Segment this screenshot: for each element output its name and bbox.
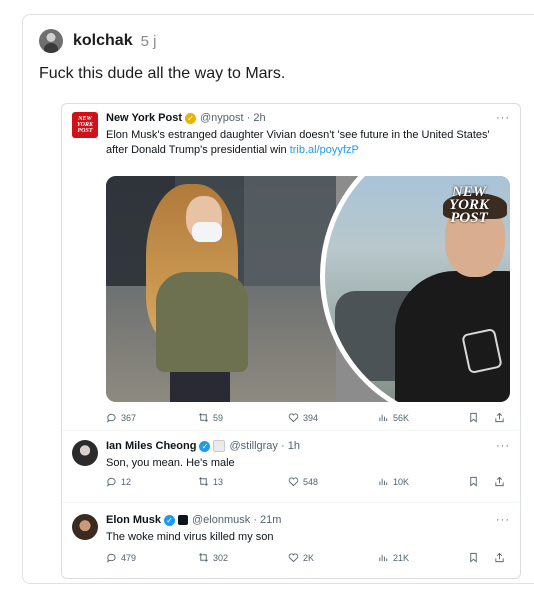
tweet-actions: 367 59 394 56K	[106, 412, 518, 426]
retweet-count: 302	[213, 552, 229, 563]
heart-icon	[288, 477, 299, 487]
photo-daughter	[106, 176, 336, 402]
avatar[interactable]	[72, 440, 98, 466]
avatar[interactable]	[72, 514, 98, 540]
more-options-icon[interactable]: ···	[496, 112, 510, 124]
reply-button[interactable]: 367	[106, 412, 136, 423]
heart-icon	[288, 413, 299, 423]
comment-header: kolchak 5 j	[39, 29, 156, 53]
bookmark-icon	[470, 412, 477, 423]
views-icon	[379, 554, 388, 562]
reply-count: 12	[121, 476, 132, 487]
username[interactable]: kolchak	[73, 32, 133, 50]
bookmark-button[interactable]	[468, 476, 479, 487]
views-button[interactable]: 21K	[378, 552, 409, 563]
share-icon	[495, 552, 504, 563]
retweet-button[interactable]: 302	[198, 552, 228, 563]
tweet-header: Ian Miles Cheong ✓ @stillgray · 1h	[106, 440, 300, 452]
verified-gold-icon: ✓	[185, 112, 197, 124]
tweet-text: Elon Musk's estranged daughter Vivian do…	[106, 128, 506, 158]
share-button[interactable]	[494, 412, 505, 423]
nypost-logo-text: NEW YORK POST	[76, 116, 93, 134]
share-icon	[495, 412, 504, 423]
bookmark-icon	[470, 552, 477, 563]
retweet-count: 13	[213, 476, 224, 487]
tweet-link[interactable]: trib.al/poyyfzP	[290, 144, 359, 156]
tweet-handle: @elonmusk · 21m	[192, 514, 282, 526]
retweet-icon	[199, 413, 208, 422]
post-age: 5 j	[140, 32, 157, 50]
reply-button[interactable]: 479	[106, 552, 136, 563]
flag-badge-icon	[213, 440, 226, 452]
tweet-text: Son, you mean. He's male	[106, 457, 235, 469]
nypost-watermark: NEW YORK POST	[448, 184, 489, 226]
reply-icon	[107, 477, 116, 487]
views-button[interactable]: 56K	[378, 412, 409, 423]
bookmark-button[interactable]	[468, 552, 479, 563]
tweet-actions: 12 13 548 10K	[106, 476, 518, 490]
bookmark-icon	[470, 476, 477, 487]
reply-count: 367	[121, 412, 137, 423]
verified-blue-icon: ✓	[164, 514, 176, 526]
share-button[interactable]	[494, 552, 505, 563]
tweet-text: The woke mind virus killed my son	[106, 531, 274, 543]
retweet-button[interactable]: 13	[198, 476, 223, 487]
reply-icon	[107, 553, 116, 563]
view-count: 56K	[393, 412, 410, 423]
tweet-header: New York Post ✓ @nypost · 2h	[106, 112, 266, 124]
share-button[interactable]	[494, 476, 505, 487]
like-button[interactable]: 548	[288, 476, 318, 487]
heart-icon	[288, 553, 299, 563]
reply-button[interactable]: 12	[106, 476, 131, 487]
more-options-icon[interactable]: ···	[496, 440, 510, 452]
views-icon	[379, 478, 388, 486]
like-count: 394	[303, 412, 319, 423]
reddit-comment-card: kolchak 5 j Fuck this dude all the way t…	[22, 14, 534, 584]
x-affiliate-icon	[178, 515, 189, 525]
tweet-handle: @nypost · 2h	[200, 112, 266, 124]
view-count: 10K	[393, 476, 410, 487]
views-icon	[379, 414, 388, 422]
tweet-handle: @stillgray · 1h	[229, 440, 300, 452]
tweet-divider	[62, 502, 520, 503]
nypost-logo[interactable]: NEW YORK POST	[72, 112, 98, 138]
tweet-author-name[interactable]: New York Post	[106, 112, 182, 124]
like-count: 2K	[303, 552, 315, 563]
comment-text: Fuck this dude all the way to Mars.	[39, 65, 286, 82]
retweet-button[interactable]: 59	[198, 412, 223, 423]
like-button[interactable]: 394	[288, 412, 318, 423]
retweet-icon	[199, 553, 208, 562]
retweet-icon	[199, 477, 208, 486]
tweet-header: Elon Musk ✓ @elonmusk · 21m	[106, 514, 281, 526]
verified-blue-icon: ✓	[199, 440, 211, 452]
like-button[interactable]: 2K	[288, 552, 314, 563]
bookmark-button[interactable]	[468, 412, 479, 423]
tweet-author-name[interactable]: Elon Musk	[106, 514, 161, 526]
like-count: 548	[303, 476, 319, 487]
retweet-count: 59	[213, 412, 224, 423]
view-count: 21K	[393, 552, 410, 563]
tweet-actions: 479 302 2K 21K	[106, 552, 518, 566]
tweet-media-image[interactable]: NEW YORK POST	[106, 176, 510, 402]
embedded-tweet-screenshot[interactable]: NEW YORK POST New York Post ✓ @nypost · …	[61, 103, 521, 579]
user-avatar[interactable]	[39, 29, 63, 53]
more-options-icon[interactable]: ···	[496, 514, 510, 526]
reply-count: 479	[121, 552, 137, 563]
tweet-author-name[interactable]: Ian Miles Cheong	[106, 440, 196, 452]
views-button[interactable]: 10K	[378, 476, 409, 487]
reply-icon	[107, 413, 116, 423]
tweet-divider	[62, 430, 520, 431]
share-icon	[495, 476, 504, 487]
